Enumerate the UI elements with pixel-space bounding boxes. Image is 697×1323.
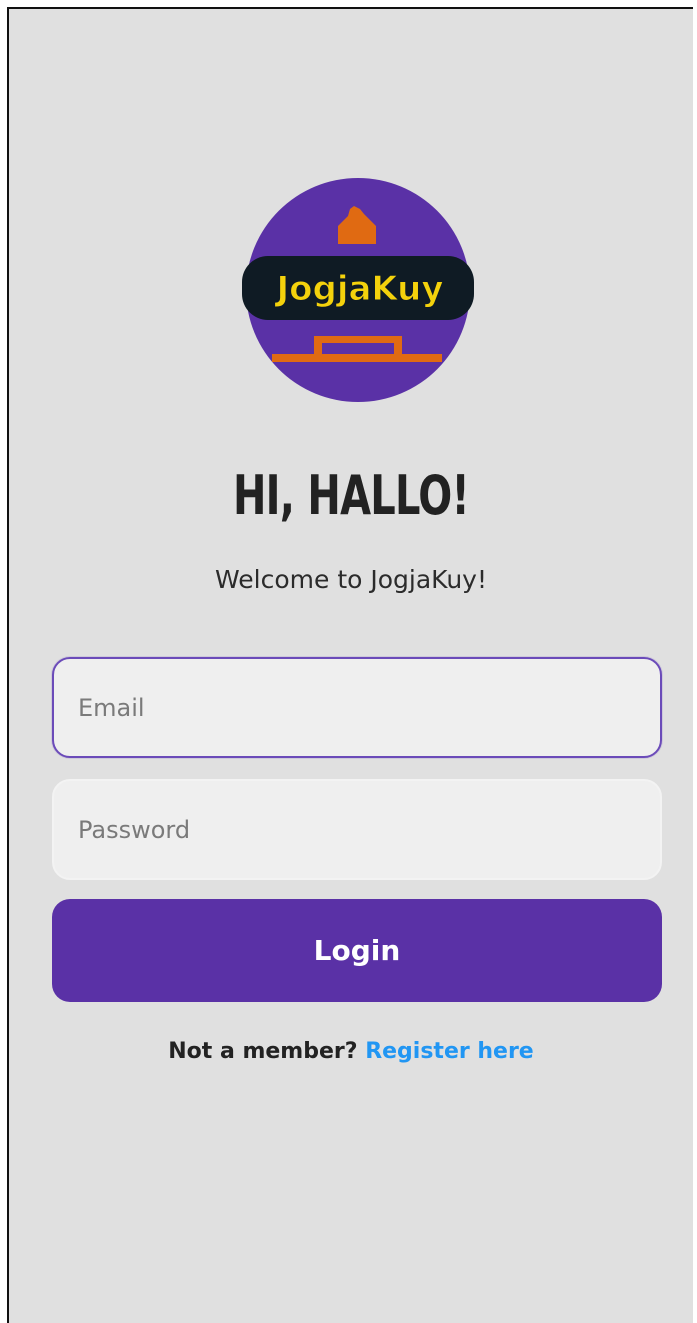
login-screen: JogjaKuy HI, HALLO! Welcome to JogjaKuy!… [7, 7, 693, 1323]
login-button[interactable]: Login [52, 899, 662, 1002]
register-link[interactable]: Register here [365, 1039, 534, 1064]
jogjakuy-logo: JogjaKuy [242, 178, 474, 403]
register-prompt: Not a member? Register here [9, 1039, 693, 1064]
password-input[interactable] [52, 779, 662, 880]
logo-graphic: JogjaKuy [242, 178, 474, 402]
email-input[interactable] [52, 657, 662, 758]
register-prompt-text: Not a member? [168, 1039, 358, 1064]
logo-text: JogjaKuy [274, 269, 443, 309]
page-title: HI, HALLO! [232, 464, 470, 527]
welcome-subtitle: Welcome to JogjaKuy! [215, 565, 487, 594]
monument-ground [272, 354, 442, 362]
